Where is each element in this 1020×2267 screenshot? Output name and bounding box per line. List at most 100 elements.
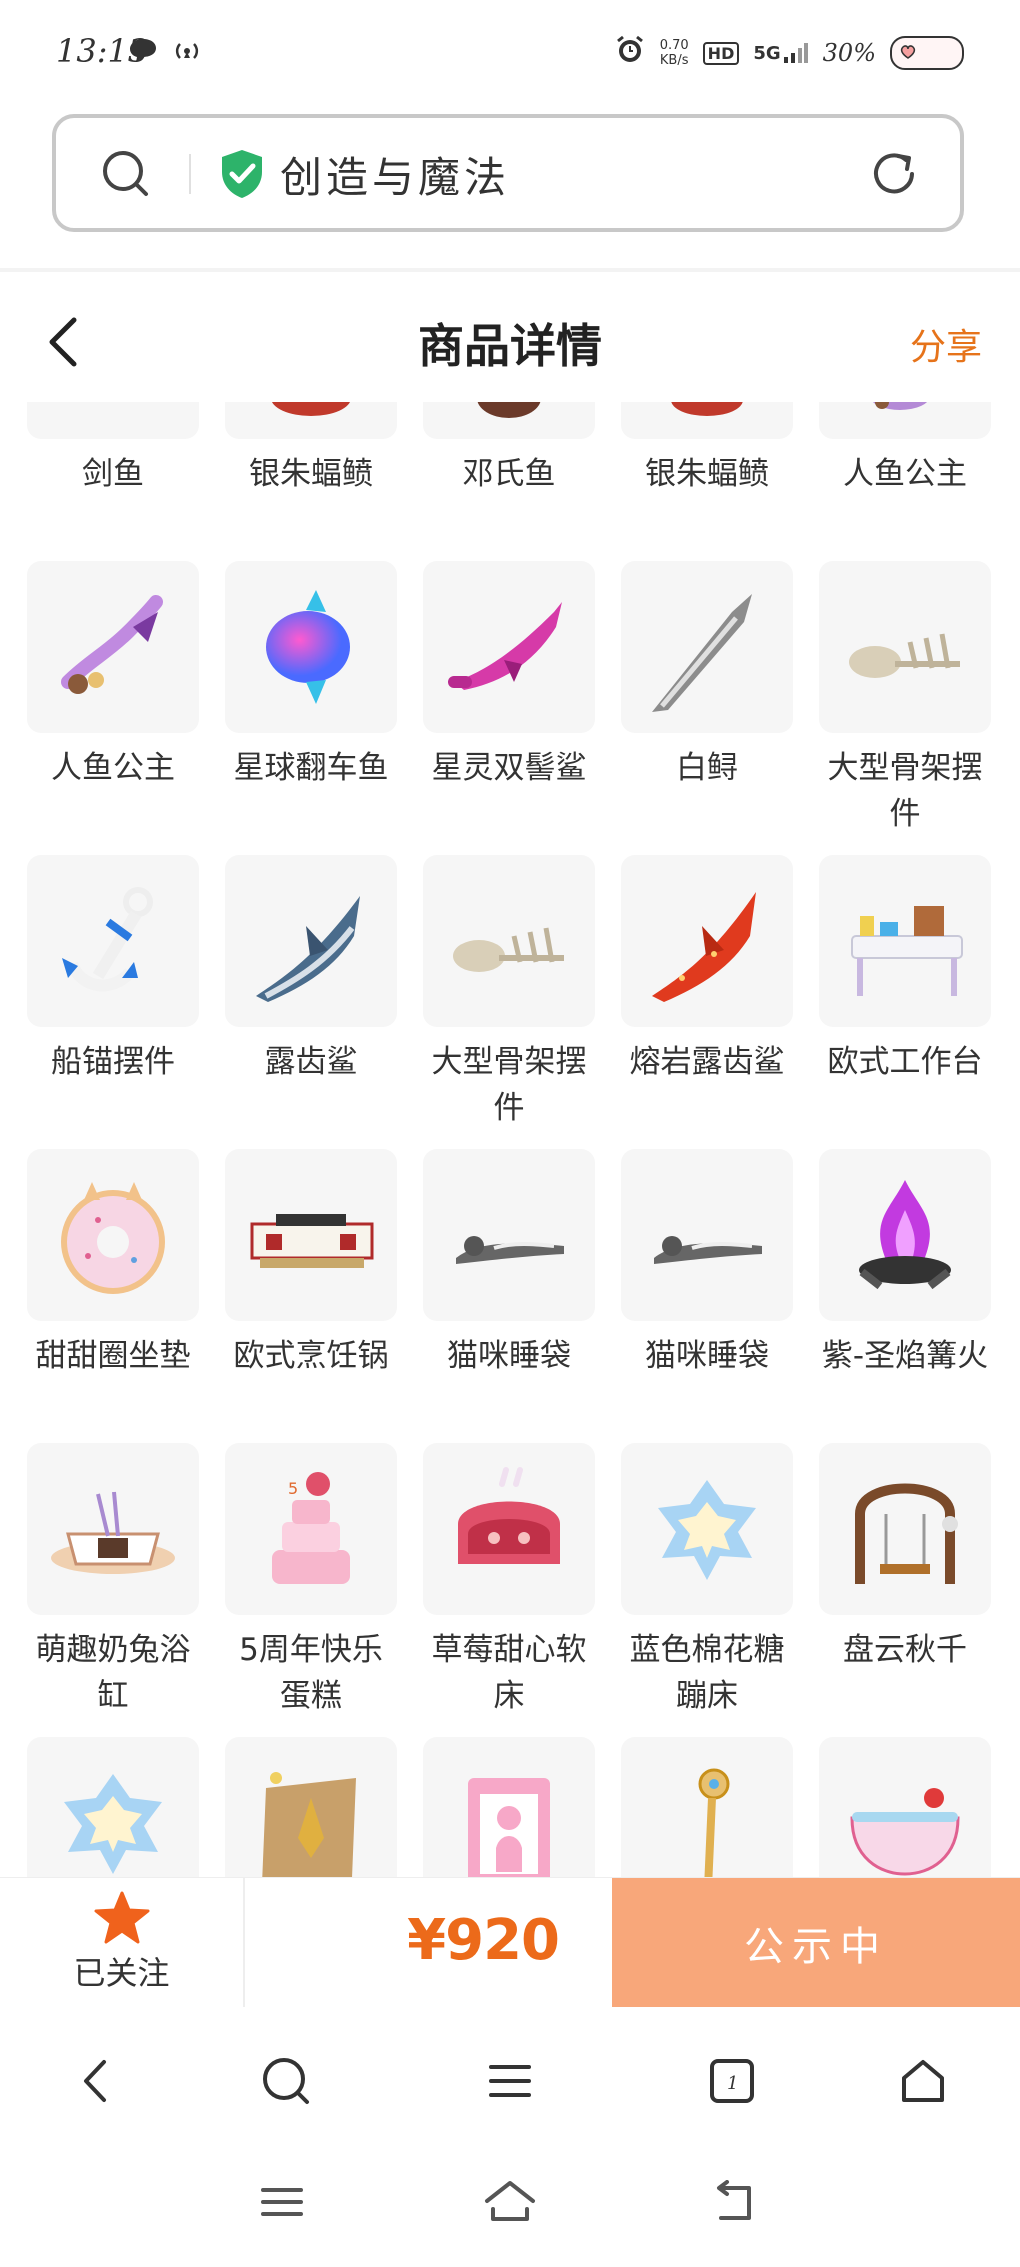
nav-search-icon[interactable]	[256, 2051, 316, 2111]
item-label: 船锚摆件	[51, 1044, 175, 1080]
item-card[interactable]: 白鲟	[621, 561, 793, 855]
item-card[interactable]: 熔岩露齿鲨	[621, 855, 793, 1149]
item-card[interactable]: 大型骨架摆件	[423, 855, 595, 1149]
search-icon[interactable]	[100, 148, 152, 204]
item-label: 人鱼公主	[51, 750, 175, 786]
item-thumbnail	[423, 1149, 595, 1321]
item-card[interactable]: 猫咪睡袋	[423, 1149, 595, 1443]
system-menu-icon[interactable]	[252, 2172, 312, 2232]
item-card[interactable]: 露齿鲨	[225, 855, 397, 1149]
item-card[interactable]: 欧式烹饪锅	[225, 1149, 397, 1443]
item-label: 猫咪睡袋	[645, 1338, 769, 1374]
reload-icon[interactable]	[868, 148, 920, 204]
item-card[interactable]: 欧式工作台	[819, 855, 991, 1149]
item-thumbnail	[621, 402, 793, 439]
item-thumbnail: x410	[225, 1737, 397, 1877]
item-label: 星灵双髻鲨	[431, 750, 587, 786]
item-card[interactable]: 甜甜圈坐垫	[27, 1149, 199, 1443]
item-thumbnail	[225, 561, 397, 733]
battery-icon	[890, 36, 964, 70]
item-thumbnail	[27, 1443, 199, 1615]
item-thumbnail	[225, 855, 397, 1027]
signal-icon: 5G	[753, 42, 808, 64]
item-thumbnail: 5	[225, 1443, 397, 1615]
item-card[interactable]	[423, 1737, 595, 1877]
item-card[interactable]: 盘云秋千	[819, 1443, 991, 1737]
share-button[interactable]: 分享	[910, 318, 982, 370]
nav-tabs-icon[interactable]: 1	[702, 2051, 762, 2111]
follow-label: 已关注	[73, 1954, 170, 1992]
hd-badge: HD	[702, 41, 740, 65]
item-label: 大型骨架摆件	[431, 1044, 587, 1126]
item-label: 蓝色棉花糖蹦床	[629, 1632, 785, 1714]
item-card[interactable]: 猫咪睡袋	[621, 1149, 793, 1443]
item-thumbnail	[819, 1149, 991, 1321]
page-title: 商品详情	[418, 319, 602, 373]
item-label: 猫咪睡袋	[447, 1338, 571, 1374]
item-card[interactable]: 草莓甜心软床	[423, 1443, 595, 1737]
item-label: 白鲟	[676, 750, 738, 786]
system-home-icon[interactable]	[480, 2172, 540, 2232]
item-card[interactable]	[27, 1737, 199, 1877]
item-card[interactable]: 人鱼公主	[819, 402, 991, 561]
item-thumbnail	[225, 1149, 397, 1321]
item-card[interactable]: 萌趣奶兔浴缸	[27, 1443, 199, 1737]
bottom-action-bar: 已关注 ¥920 公示中	[0, 1877, 1020, 2008]
item-card[interactable]: 邓氏鱼	[423, 402, 595, 561]
item-thumbnail	[27, 561, 199, 733]
publicizing-button[interactable]: 公示中	[612, 1878, 1020, 2008]
address-bar[interactable]: 创造与魔法	[52, 114, 964, 232]
nav-menu-icon[interactable]	[480, 2051, 540, 2111]
item-card[interactable]: 剑鱼	[27, 402, 199, 561]
item-thumbnail	[621, 1149, 793, 1321]
item-card[interactable]: 紫-圣焰篝火	[819, 1149, 991, 1443]
svg-text:5: 5	[288, 1479, 298, 1498]
star-icon	[93, 1890, 151, 1950]
item-thumbnail	[621, 561, 793, 733]
item-thumbnail	[27, 1737, 199, 1877]
item-thumbnail	[819, 1443, 991, 1615]
system-back-icon[interactable]	[706, 2172, 766, 2232]
item-card[interactable]: 星球翻车鱼	[225, 561, 397, 855]
item-card[interactable]: 星灵双髻鲨	[423, 561, 595, 855]
follow-button[interactable]: 已关注	[0, 1878, 245, 2008]
network-speed: 0.70 KB/s	[659, 38, 689, 68]
item-card[interactable]	[819, 1737, 991, 1877]
battery-percent: 30%	[822, 39, 876, 67]
item-thumbnail	[819, 855, 991, 1027]
item-card[interactable]: 银朱蝠鲼	[621, 402, 793, 561]
item-thumbnail	[819, 402, 991, 439]
divider	[189, 154, 191, 194]
item-label: 人鱼公主	[843, 456, 967, 492]
chat-bubble-icon	[128, 36, 158, 68]
nav-back-icon[interactable]	[66, 2051, 126, 2111]
price-value: ¥920	[407, 1908, 560, 1973]
item-label: 盘云秋千	[843, 1632, 967, 1668]
item-card[interactable]: 人鱼公主	[27, 561, 199, 855]
shield-check-icon	[218, 148, 266, 204]
item-card[interactable]: 大型骨架摆件	[819, 561, 991, 855]
browser-toolbar: 1	[0, 2007, 1020, 2152]
item-thumbnail	[621, 1443, 793, 1615]
item-card[interactable]: 银朱蝠鲼	[225, 402, 397, 561]
item-label: 银朱蝠鲼	[645, 456, 769, 492]
address-text[interactable]: 创造与魔法	[280, 144, 510, 205]
item-thumbnail	[621, 855, 793, 1027]
price-area: ¥920	[245, 1878, 611, 2008]
item-label: 萌趣奶兔浴缸	[35, 1632, 191, 1714]
item-thumbnail	[423, 402, 595, 439]
item-thumbnail	[423, 855, 595, 1027]
hotspot-icon	[172, 36, 202, 68]
item-label: 银朱蝠鲼	[249, 456, 373, 492]
nav-home-icon[interactable]	[893, 2051, 953, 2111]
item-card[interactable]: 蓝色棉花糖蹦床	[621, 1443, 793, 1737]
item-thumbnail	[819, 561, 991, 733]
item-thumbnail	[423, 1737, 595, 1877]
alarm-icon	[614, 34, 646, 72]
item-card[interactable]: x410	[225, 1737, 397, 1877]
svg-text:1: 1	[727, 2073, 738, 2094]
item-card[interactable]: x2	[621, 1737, 793, 1877]
item-card[interactable]: 船锚摆件	[27, 855, 199, 1149]
item-card[interactable]: 5 5周年快乐蛋糕	[225, 1443, 397, 1737]
item-thumbnail	[27, 402, 199, 439]
